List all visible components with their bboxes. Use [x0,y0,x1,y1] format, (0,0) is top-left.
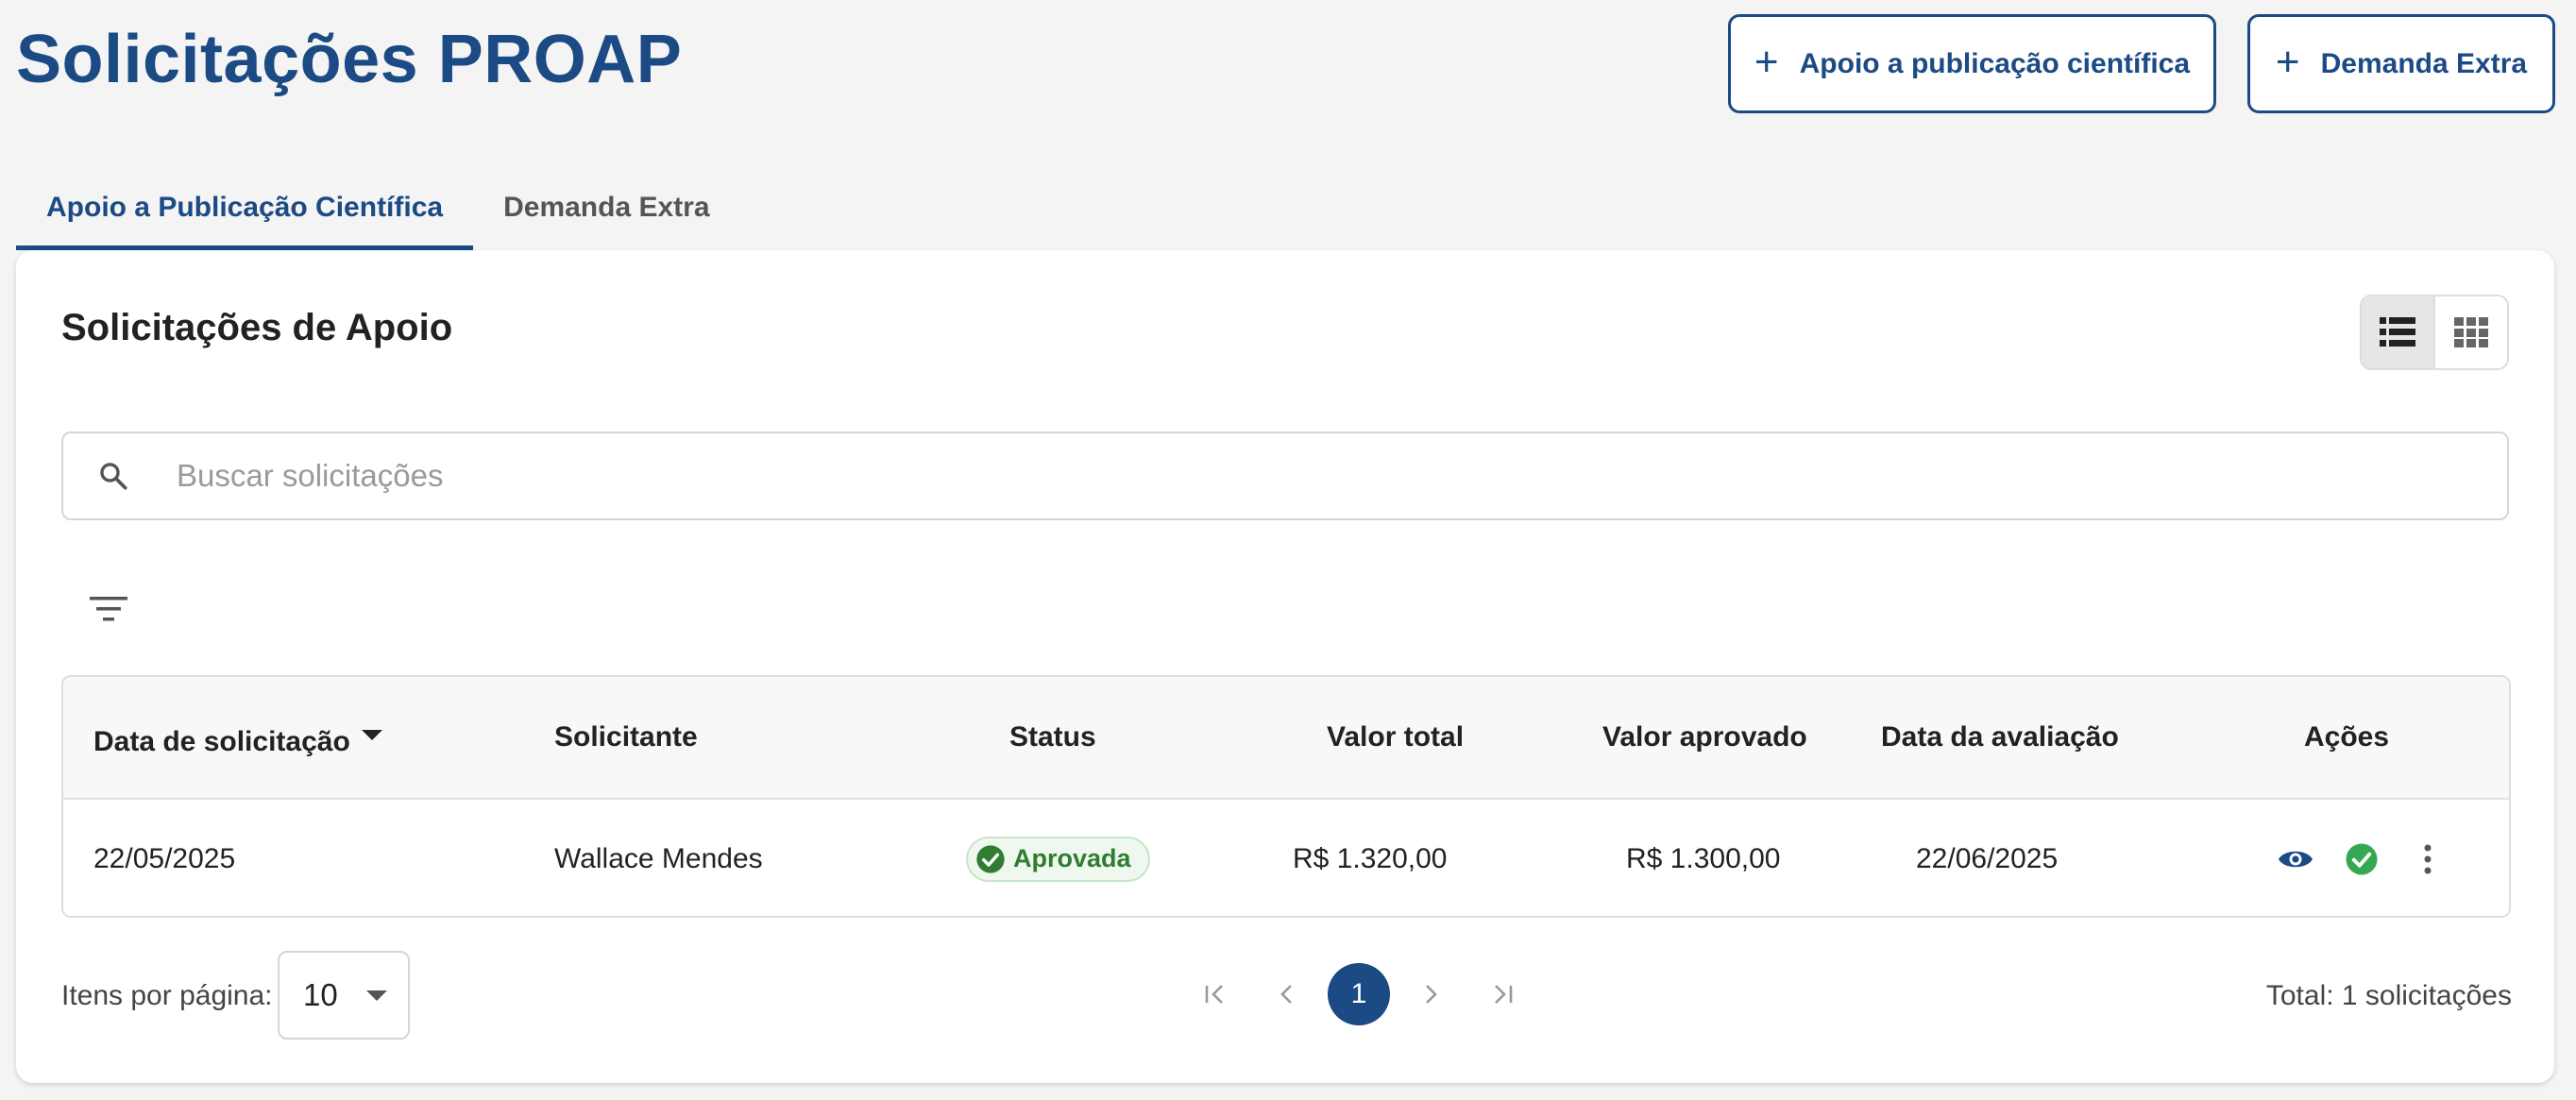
column-header-data-avaliacao: Data da avaliação [1881,721,2119,753]
requests-table: Data de solicitação Solicitante Status V… [61,675,2511,918]
cell-data-avaliacao: 22/06/2025 [1916,842,2059,874]
cell-valor-aprovado: R$ 1.300,00 [1626,842,1781,874]
list-view-icon [2380,317,2415,347]
check-circle-icon [976,844,1005,873]
page-number-button[interactable]: 1 [1328,963,1390,1025]
column-header-data-solicitacao[interactable]: Data de solicitação [93,677,382,798]
status-badge: Aprovada [966,836,1150,882]
eye-icon [2279,851,2313,867]
chevron-left-icon [1280,985,1292,1004]
view-toggle [2360,295,2509,370]
search-icon [71,460,156,492]
approved-check-icon [2346,843,2378,874]
next-page-button[interactable] [1399,963,1462,1025]
cell-data-solicitacao: 22/05/2025 [93,842,236,874]
column-header-valor-aprovado: Valor aprovado [1602,721,1807,753]
search-input[interactable] [156,438,2507,514]
tab-bar: Apoio a Publicação Científica Demanda Ex… [16,170,740,250]
more-vert-icon [2424,844,2432,873]
items-per-page-value: 10 [303,977,338,1012]
plus-icon: + [2275,38,2300,85]
list-view-button[interactable] [2362,296,2435,368]
new-demanda-extra-button[interactable]: + Demanda Extra [2247,14,2555,113]
new-apoio-publicacao-button[interactable]: + Apoio a publicação científica [1728,14,2216,113]
table-header: Data de solicitação Solicitante Status V… [63,677,2509,800]
filter-icon [90,597,127,621]
tab-demanda-extra[interactable]: Demanda Extra [473,170,739,250]
pagination: 1 [1179,963,1538,1025]
items-per-page-label: Itens por página: [61,980,273,1011]
chevron-right-icon [1426,985,1437,1004]
cell-solicitante: Wallace Mendes [554,842,763,874]
column-label: Data de solicitação [93,726,350,757]
cell-valor-total: R$ 1.320,00 [1293,842,1448,874]
column-header-solicitante: Solicitante [554,721,698,753]
first-page-icon [1205,985,1223,1004]
filter-button[interactable] [71,571,146,647]
tab-apoio-publicacao[interactable]: Apoio a Publicação Científica [16,170,474,250]
last-page-button[interactable] [1471,963,1534,1025]
grid-view-button[interactable] [2435,296,2507,368]
sort-desc-icon [361,730,382,740]
plus-icon: + [1754,38,1779,85]
more-options-button[interactable] [2409,840,2447,878]
approve-button[interactable] [2343,840,2381,878]
table-row[interactable]: 22/05/2025 Wallace Mendes Aprovada R$ 1.… [63,800,2509,916]
cell-status: Aprovada [966,800,1150,916]
new-apoio-publicacao-label: Apoio a publicação científica [1799,47,2191,79]
view-button[interactable] [2277,840,2314,878]
items-per-page-select[interactable]: 10 [278,951,410,1040]
new-demanda-extra-label: Demanda Extra [2320,47,2528,79]
column-header-acoes: Ações [2304,721,2390,753]
last-page-icon [1495,985,1513,1004]
status-label: Aprovada [1013,844,1131,872]
prev-page-button[interactable] [1256,963,1318,1025]
card-title: Solicitações de Apoio [61,307,453,348]
requests-card: Solicitações de Apoio Buscar solicitaçõe… [16,250,2554,1083]
first-page-button[interactable] [1184,963,1246,1025]
total-count: Total: 1 solicitações [2265,980,2512,1011]
column-header-valor-total: Valor total [1327,721,1465,753]
page-title: Solicitações PROAP [16,22,683,97]
grid-view-icon [2454,317,2488,347]
column-header-status: Status [1009,721,1096,753]
row-actions [2277,800,2447,916]
search-box [61,432,2509,520]
dropdown-arrow-icon [366,990,387,1001]
